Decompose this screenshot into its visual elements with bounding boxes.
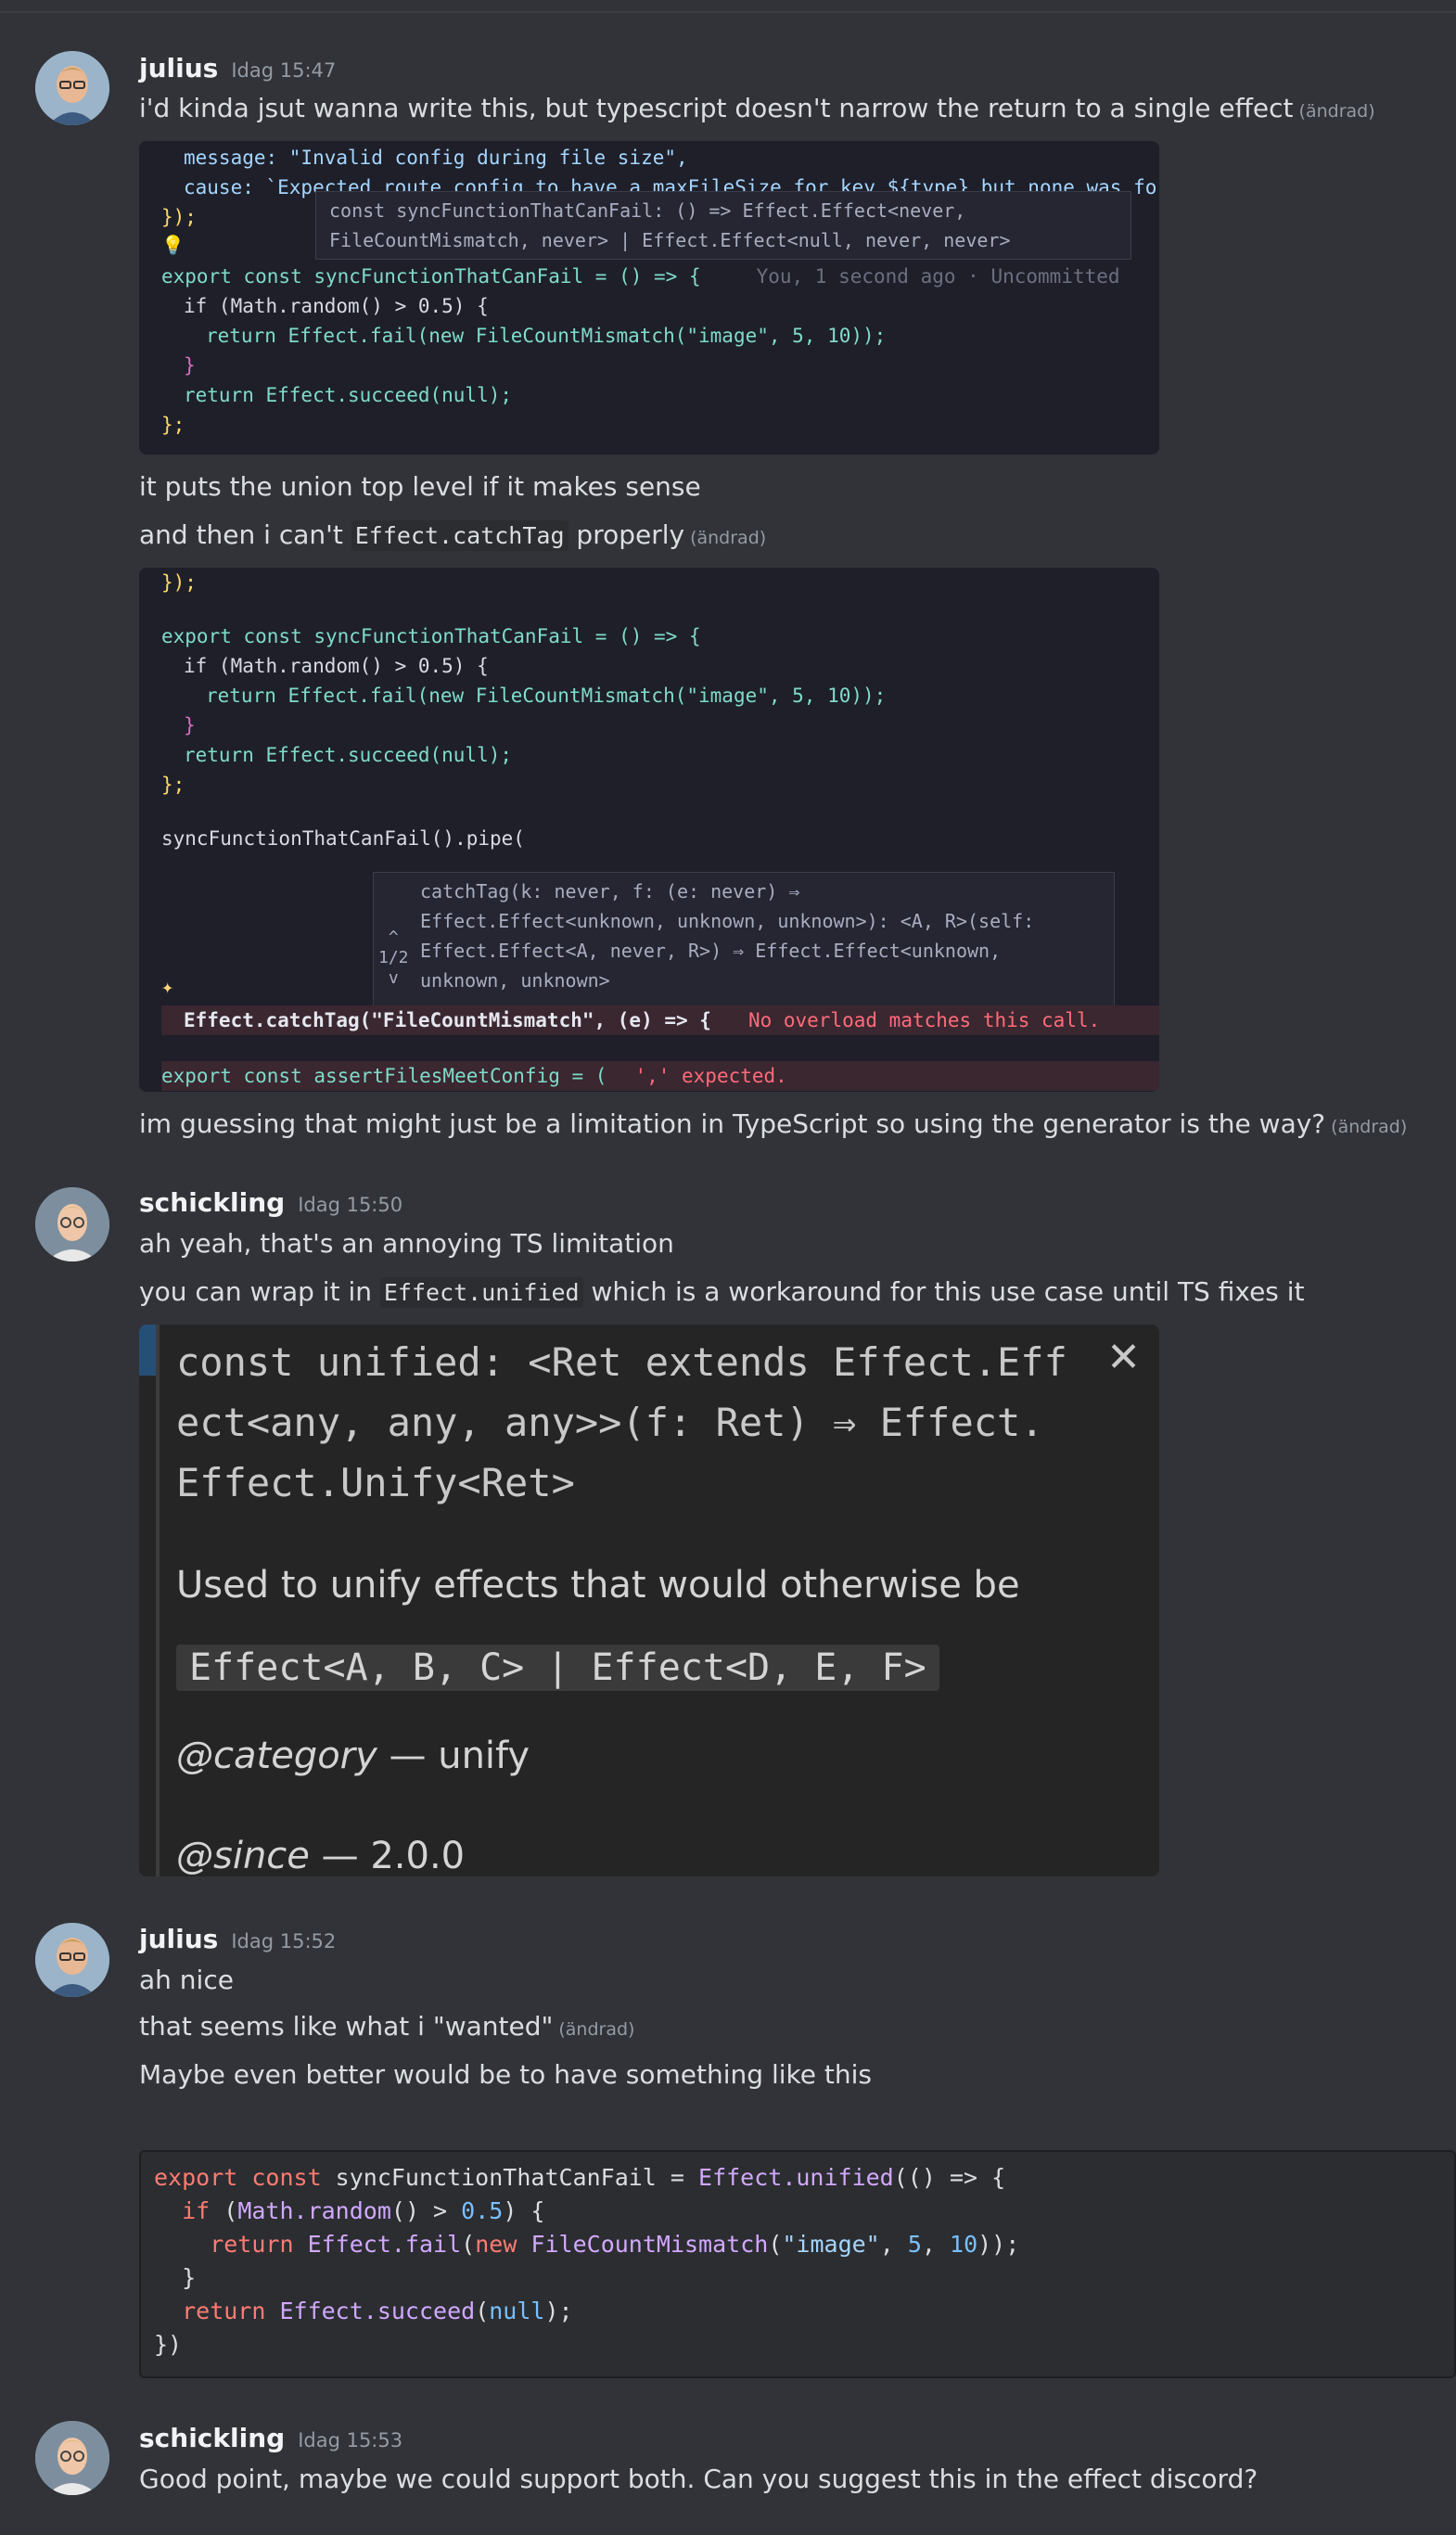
- message-line: Maybe even better would be to have somet…: [139, 2059, 872, 2090]
- timestamp[interactable]: Idag 15:50: [298, 1194, 402, 1216]
- overload-pager[interactable]: ^ 1/2 v: [378, 928, 409, 989]
- hover-doc-screenshot[interactable]: const unified: <Ret extends Effect.Eff e…: [139, 1325, 1159, 1876]
- code-line: return Effect.succeed(null);: [184, 384, 513, 406]
- timestamp[interactable]: Idag 15:47: [231, 59, 336, 82]
- code-line: export const assertFilesMeetConfig = (',…: [161, 1065, 787, 1087]
- message-text: and then i can't Effect.catchTag properl…: [139, 519, 767, 551]
- author-name[interactable]: julius: [139, 53, 218, 83]
- code-line: if (Math.random() > 0.5) {: [184, 295, 489, 317]
- code-line: };: [161, 774, 185, 796]
- error-message: No overload matches this call.: [747, 1009, 1101, 1031]
- lightbulb-icon[interactable]: 💡: [161, 234, 185, 256]
- edited-marker: (ändrad): [558, 2019, 635, 2040]
- code-line: }): [154, 2331, 183, 2358]
- message-text: you can wrap it in Effect.unified which …: [139, 1276, 1305, 1308]
- message-text: that seems like what i "wanted" (ändrad): [139, 2011, 634, 2042]
- code-line: Effect.catchTag("FileCountMismatch", (e)…: [184, 1009, 1101, 1031]
- code-line: });: [161, 206, 197, 228]
- user-avatar-icon: [35, 1923, 109, 1997]
- message-line: it puts the union top level if it makes …: [139, 471, 701, 502]
- user-avatar-icon: [35, 2421, 109, 2495]
- timestamp[interactable]: Idag 15:52: [231, 1930, 336, 1952]
- code-line: }: [184, 354, 196, 377]
- doc-code-chip: Effect<A, B, C> | Effect<D, E, F>: [176, 1645, 939, 1691]
- user-avatar-icon: [35, 51, 109, 125]
- message-line: i'd kinda jsut wanna write this, but typ…: [139, 93, 1294, 123]
- doc-description: Used to unify effects that would otherwi…: [176, 1564, 1020, 1607]
- type-signature: const unified: <Ret extends Effect.Eff e…: [176, 1339, 1067, 1505]
- code-line: return Effect.succeed(null);: [154, 2298, 573, 2324]
- message-line: ah yeah, that's an annoying TS limitatio…: [139, 1228, 674, 1259]
- error-message: ',' expected.: [634, 1065, 787, 1087]
- git-blame: You, 1 second ago · Uncommitted: [756, 265, 1120, 288]
- code-screenshot-2[interactable]: }); export const syncFunctionThatCanFail…: [139, 568, 1159, 1092]
- message-line: im guessing that might just be a limitat…: [139, 1108, 1326, 1139]
- message-header: julius Idag 15:52: [139, 1924, 336, 1954]
- message-text: Good point, maybe we could support both.…: [139, 2464, 1258, 2494]
- avatar[interactable]: [35, 2421, 109, 2495]
- left-border: [156, 1325, 160, 1876]
- avatar[interactable]: [35, 1187, 109, 1261]
- code-line: });: [161, 571, 197, 594]
- message-line: Good point, maybe we could support both.…: [139, 2464, 1258, 2494]
- message-text: i'd kinda jsut wanna write this, but typ…: [139, 93, 1375, 123]
- code-line: if (Math.random() > 0.5) {: [184, 655, 489, 677]
- edited-marker: (ändrad): [1298, 101, 1375, 122]
- type-hover-tooltip: const syncFunctionThatCanFail: () => Eff…: [315, 191, 1131, 260]
- code-line: export const syncFunctionThatCanFail = (…: [161, 625, 701, 647]
- code-line: };: [161, 414, 185, 436]
- divider: [0, 11, 1456, 13]
- signature-help-tooltip: catchTag(k: never, f: (e: never) ⇒ Effec…: [373, 872, 1115, 1011]
- code-line: export const syncFunctionThatCanFail = E…: [154, 2164, 1006, 2191]
- code-line: syncFunctionThatCanFail().pipe(: [161, 827, 525, 850]
- message-header: schickling Idag 15:50: [139, 1187, 402, 1218]
- message-text: it puts the union top level if it makes …: [139, 471, 701, 502]
- code-line: export const syncFunctionThatCanFail = (…: [161, 265, 1120, 288]
- message-text: Maybe even better would be to have somet…: [139, 2059, 872, 2090]
- message-header: julius Idag 15:47: [139, 53, 336, 83]
- message-line: ah nice: [139, 1965, 234, 1995]
- accent-bar: [139, 1325, 158, 1376]
- avatar[interactable]: [35, 51, 109, 125]
- code-block[interactable]: export const syncFunctionThatCanFail = E…: [139, 2150, 1456, 2378]
- message-text: ah yeah, that's an annoying TS limitatio…: [139, 1228, 674, 1259]
- code-screenshot-1[interactable]: message: "Invalid config during file siz…: [139, 141, 1159, 455]
- message-text: im guessing that might just be a limitat…: [139, 1108, 1407, 1139]
- sparkle-icon[interactable]: ✦: [161, 976, 173, 999]
- code-line: message: "Invalid config during file siz…: [184, 147, 688, 169]
- edited-marker: (ändrad): [690, 528, 767, 548]
- code-line: return Effect.fail(new FileCountMismatch…: [206, 325, 887, 347]
- timestamp[interactable]: Idag 15:53: [298, 2429, 402, 2452]
- edited-marker: (ändrad): [1331, 1117, 1408, 1137]
- code-line: return Effect.succeed(null);: [184, 744, 513, 766]
- code-line: return Effect.fail(new FileCountMismatch…: [206, 685, 887, 707]
- author-name[interactable]: julius: [139, 1924, 218, 1954]
- message-header: schickling Idag 15:53: [139, 2423, 402, 2453]
- code-line: return Effect.fail(new FileCountMismatch…: [154, 2231, 1020, 2258]
- author-name[interactable]: schickling: [139, 2423, 285, 2453]
- inline-code: Effect.unified: [379, 1277, 583, 1308]
- message-line: that seems like what i "wanted": [139, 2011, 554, 2042]
- message-text: ah nice: [139, 1965, 234, 1995]
- user-avatar-icon: [35, 1187, 109, 1261]
- code-line: }: [154, 2264, 197, 2291]
- code-line: }: [184, 714, 196, 736]
- close-icon[interactable]: ✕: [1106, 1334, 1141, 1381]
- doc-tag-since: @since — 2.0.0: [176, 1835, 466, 1876]
- author-name[interactable]: schickling: [139, 1187, 285, 1218]
- avatar[interactable]: [35, 1923, 109, 1997]
- code-line: if (Math.random() > 0.5) {: [154, 2197, 545, 2224]
- doc-tag-category: @category — unify: [176, 1735, 530, 1777]
- inline-code: Effect.catchTag: [351, 520, 568, 551]
